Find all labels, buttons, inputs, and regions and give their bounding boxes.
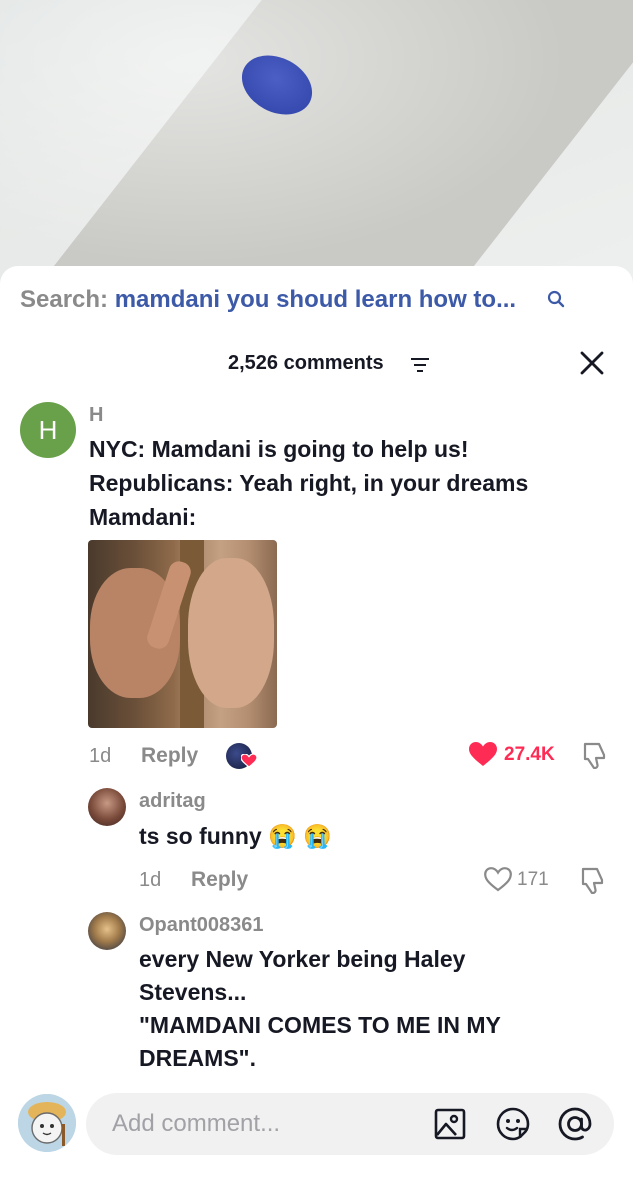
avatar[interactable]: H — [20, 402, 76, 458]
reply-button[interactable]: Reply — [141, 744, 198, 768]
comment-age: 1d — [89, 745, 112, 767]
search-prefix: Search: — [20, 286, 109, 313]
video-background — [0, 0, 633, 300]
comment-username[interactable]: Opant008361 — [139, 914, 264, 937]
comments-count: 2,526 comments — [228, 352, 384, 374]
close-icon[interactable] — [578, 349, 606, 377]
comment-line: "MAMDANI COMES TO ME IN MY — [139, 1012, 501, 1038]
comment-line: Republicans: Yeah right, in your dreams — [89, 470, 529, 496]
gif-face-right — [188, 558, 274, 708]
comment-gif-image[interactable] — [88, 540, 277, 728]
comment-username[interactable]: adritag — [139, 790, 206, 813]
comment-line: Mamdani: — [89, 504, 197, 530]
search-query[interactable]: mamdani you shoud learn how to... — [115, 286, 516, 313]
my-avatar[interactable] — [18, 1094, 76, 1152]
mention-icon[interactable] — [558, 1107, 592, 1141]
avatar-letter: H — [38, 414, 58, 445]
video-shade — [0, 0, 633, 300]
heart-outline-icon[interactable] — [484, 867, 512, 892]
reply-button[interactable]: Reply — [191, 868, 248, 892]
dislike-icon[interactable] — [580, 866, 606, 894]
my-avatar-art — [18, 1094, 76, 1152]
comment-username[interactable]: H — [89, 404, 103, 427]
comment-age: 1d — [139, 869, 162, 891]
comment-line: DREAMS". — [139, 1045, 256, 1071]
comment-line: NYC: Mamdani is going to help us! — [89, 436, 469, 462]
comment-input-placeholder: Add comment... — [112, 1110, 281, 1137]
emoji-icon[interactable] — [496, 1107, 530, 1141]
avatar[interactable] — [88, 788, 126, 826]
dislike-icon[interactable] — [582, 741, 608, 769]
comment-text: NYC: Mamdani is going to help us! Republ… — [89, 432, 528, 534]
comment-line: every New Yorker being Haley — [139, 946, 466, 972]
search-icon[interactable] — [547, 290, 565, 308]
avatar[interactable] — [88, 912, 126, 950]
search-suggestion[interactable]: Search: mamdani you shoud learn how to..… — [20, 286, 516, 314]
image-icon[interactable] — [434, 1108, 466, 1140]
comment-line: Stevens... — [139, 979, 247, 1005]
like-count: 27.4K — [504, 744, 555, 765]
comment-text: ts so funny 😭 😭 — [139, 823, 332, 849]
filter-icon[interactable] — [410, 356, 430, 374]
heart-icon[interactable] — [469, 742, 497, 767]
like-count: 171 — [517, 869, 549, 890]
creator-heart-icon — [241, 754, 257, 768]
comment-text: every New Yorker being Haley Stevens... … — [139, 943, 501, 1075]
